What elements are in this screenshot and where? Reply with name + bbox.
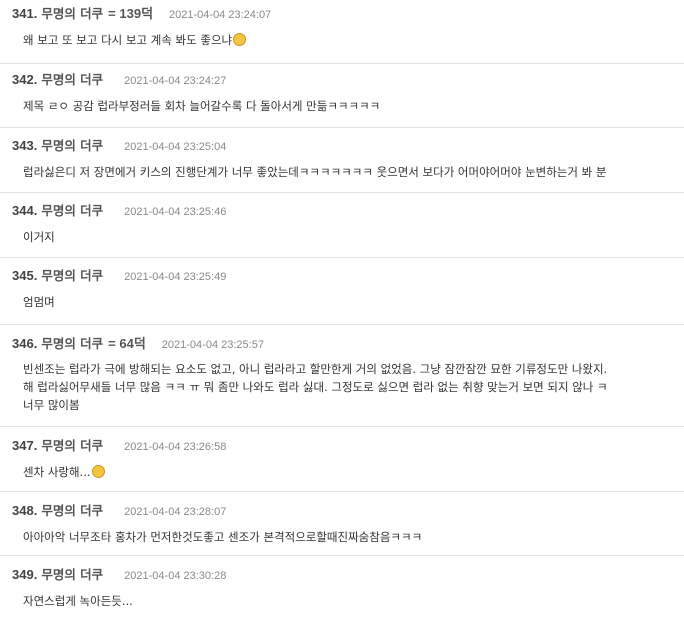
comment-author: 무명의 더쿠	[41, 138, 104, 153]
comment-text: 센차 사랑해...	[23, 465, 91, 479]
comment-text: 왜 보고 또 보고 다시 보고 계속 봐도 좋으냐	[23, 33, 233, 47]
comment-text-line: 빈센조는 럽라가 극에 방해되는 요소도 없고, 아니 럽라라고 할만한게 거의…	[23, 362, 608, 376]
comment-header: 348. 무명의 더쿠 2021-04-04 23:28:07	[12, 500, 684, 519]
comment-header: 349. 무명의 더쿠 2021-04-04 23:30:28	[12, 564, 684, 583]
comment-number[interactable]: 342.	[12, 72, 37, 87]
comment-author: 무명의 더쿠	[41, 567, 104, 582]
author-score-badge: = 139덕	[108, 6, 154, 21]
comment-author: 무명의 더쿠	[41, 438, 104, 453]
comment-header: 341. 무명의 더쿠 = 139덕 2021-04-04 23:24:07	[12, 3, 684, 22]
comment-timestamp: 2021-04-04 23:30:28	[124, 570, 227, 582]
comment-item: 348. 무명의 더쿠 2021-04-04 23:28:07 아아아악 너무조…	[0, 492, 684, 556]
comment-item: 346. 무명의 더쿠 = 64덕 2021-04-04 23:25:57 빈센…	[0, 325, 684, 427]
comment-author: 무명의 더쿠	[41, 6, 104, 21]
comment-number[interactable]: 341.	[12, 6, 37, 21]
comment-number[interactable]: 349.	[12, 567, 37, 582]
comment-timestamp: 2021-04-04 23:24:27	[124, 75, 227, 87]
comment-text: 럽라싫은디 저 장면에거 키스의 진행단계가 너무 좋았는데ㅋㅋㅋㅋㅋㅋㅋ 웃으…	[23, 165, 607, 179]
comment-number[interactable]: 346.	[12, 336, 37, 351]
comment-text: 제목 ㄹㅇ 공감 럽라부정러들 회차 늘어갈수록 다 돌아서게 만듦ㅋㅋㅋㅋㅋ	[23, 99, 381, 113]
comment-author: 무명의 더쿠	[41, 268, 104, 283]
comment-body: 이거지	[12, 228, 684, 246]
comment-number[interactable]: 344.	[12, 203, 37, 218]
comment-header: 345. 무명의 더쿠 2021-04-04 23:25:49	[12, 265, 684, 284]
comment-body: 아아아악 너무조타 홍차가 먼저한것도좋고 센조가 본격적으로할때진짜숨참음ㅋㅋ…	[12, 528, 684, 546]
comment-header: 344. 무명의 더쿠 2021-04-04 23:25:46	[12, 200, 684, 219]
comment-timestamp: 2021-04-04 23:24:07	[169, 9, 272, 21]
comment-header: 346. 무명의 더쿠 = 64덕 2021-04-04 23:25:57	[12, 333, 684, 352]
comment-timestamp: 2021-04-04 23:25:46	[124, 206, 227, 218]
comment-text-line: 해 럽라싫어무새들 너무 많음 ㅋㅋ ㅠ 뭐 좀만 나와도 럽라 싫대. 그정도…	[23, 380, 608, 394]
comment-body: 엄멈며	[12, 293, 684, 311]
comment-item: 345. 무명의 더쿠 2021-04-04 23:25:49 엄멈며	[0, 258, 684, 325]
comment-item: 347. 무명의 더쿠 2021-04-04 23:26:58 센차 사랑해..…	[0, 427, 684, 492]
smiling-face-emoji-icon	[91, 465, 105, 478]
comment-author: 무명의 더쿠	[41, 203, 104, 218]
comment-number[interactable]: 343.	[12, 138, 37, 153]
blushing-face-emoji-icon	[233, 33, 247, 46]
comment-number[interactable]: 348.	[12, 503, 37, 518]
comment-timestamp: 2021-04-04 23:25:57	[161, 339, 264, 351]
comment-number[interactable]: 347.	[12, 438, 37, 453]
comment-item: 349. 무명의 더쿠 2021-04-04 23:30:28 자연스럽게 녹아…	[0, 556, 684, 626]
comment-item: 342. 무명의 더쿠 2021-04-04 23:24:27 제목 ㄹㅇ 공감…	[0, 64, 684, 128]
comment-timestamp: 2021-04-04 23:25:49	[124, 271, 227, 283]
comment-item: 344. 무명의 더쿠 2021-04-04 23:25:46 이거지	[0, 193, 684, 258]
comment-timestamp: 2021-04-04 23:25:04	[124, 141, 227, 153]
comment-text: 아아아악 너무조타 홍차가 먼저한것도좋고 센조가 본격적으로할때진짜숨참음ㅋㅋ…	[23, 530, 423, 544]
comment-header: 342. 무명의 더쿠 2021-04-04 23:24:27	[12, 69, 684, 88]
comment-author: 무명의 더쿠	[41, 503, 104, 518]
comment-body: 럽라싫은디 저 장면에거 키스의 진행단계가 너무 좋았는데ㅋㅋㅋㅋㅋㅋㅋ 웃으…	[12, 163, 684, 181]
comment-number[interactable]: 345.	[12, 268, 37, 283]
comment-timestamp: 2021-04-04 23:26:58	[124, 441, 227, 453]
comment-item: 341. 무명의 더쿠 = 139덕 2021-04-04 23:24:07 왜…	[0, 0, 684, 64]
comment-body: 왜 보고 또 보고 다시 보고 계속 봐도 좋으냐	[12, 31, 684, 49]
comment-body: 자연스럽게 녹아든듯...	[12, 592, 684, 610]
author-score-badge: = 64덕	[108, 336, 146, 351]
comment-timestamp: 2021-04-04 23:28:07	[124, 506, 227, 518]
comment-text: 자연스럽게 녹아든듯...	[23, 594, 133, 608]
comment-text: 엄멈며	[23, 295, 55, 309]
comment-header: 347. 무명의 더쿠 2021-04-04 23:26:58	[12, 435, 684, 454]
comment-header: 343. 무명의 더쿠 2021-04-04 23:25:04	[12, 135, 684, 154]
comment-body: 제목 ㄹㅇ 공감 럽라부정러들 회차 늘어갈수록 다 돌아서게 만듦ㅋㅋㅋㅋㅋ	[12, 97, 684, 115]
comment-item: 343. 무명의 더쿠 2021-04-04 23:25:04 럽라싫은디 저 …	[0, 128, 684, 193]
comment-author: 무명의 더쿠	[41, 72, 104, 87]
comment-body: 센차 사랑해...	[12, 463, 684, 481]
comment-author: 무명의 더쿠	[41, 336, 104, 351]
comment-text-line: 너무 많이봄	[23, 398, 80, 412]
comment-text: 이거지	[23, 230, 55, 244]
comment-body: 빈센조는 럽라가 극에 방해되는 요소도 없고, 아니 럽라라고 할만한게 거의…	[12, 360, 684, 414]
comment-thread: 341. 무명의 더쿠 = 139덕 2021-04-04 23:24:07 왜…	[0, 0, 684, 630]
